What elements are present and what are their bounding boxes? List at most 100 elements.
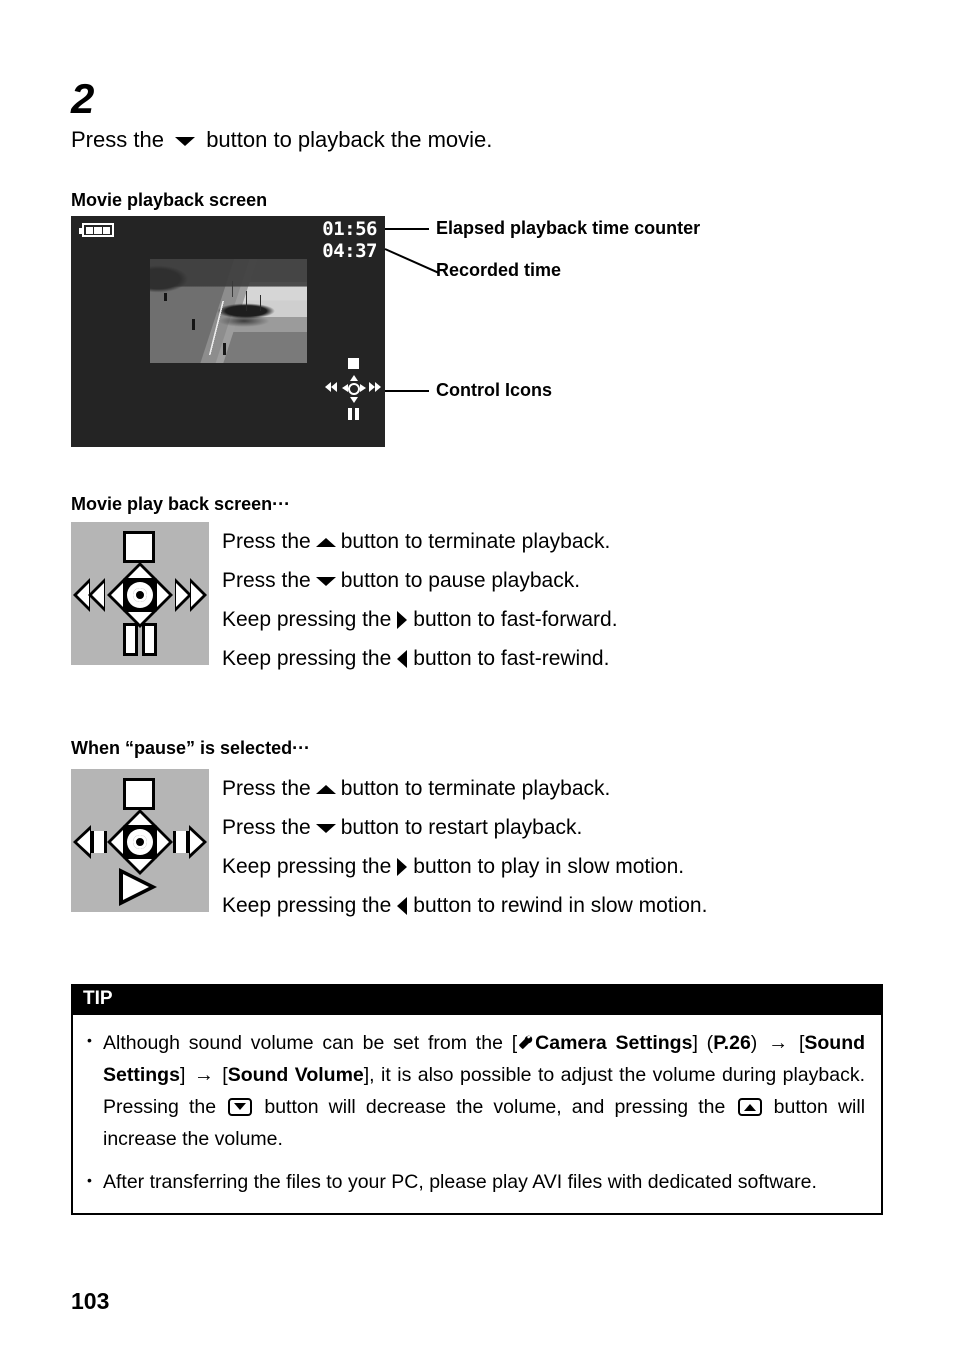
up-arrow-icon [123, 562, 157, 579]
instruction-text: button to terminate playback. [340, 530, 611, 553]
tip-text-fragment: ] ( [692, 1031, 714, 1054]
left-arrow-icon [107, 825, 124, 859]
pause-control-diagram [71, 769, 209, 912]
right-arrow-icon [156, 578, 173, 612]
instruction-text: Press the [222, 530, 311, 553]
tip-text-fragment: button will decrease the volume, and pre… [264, 1096, 726, 1119]
bullet-icon: • [87, 1172, 92, 1189]
page-number: 103 [71, 1288, 110, 1314]
pause-instruction-line: Keep pressing the button to rewind in slo… [222, 895, 707, 916]
lcd-control-icons [325, 358, 381, 420]
dpad-icon [107, 562, 173, 628]
callout-control-icons: Control Icons [436, 380, 552, 400]
up-arrow-icon [123, 809, 157, 826]
mast-detail [246, 291, 247, 311]
tip-text-fragment: Although sound volume can be set from th… [103, 1031, 518, 1054]
right-triangle-icon [397, 858, 408, 877]
instruction-text: button to rewind in slow motion. [413, 894, 708, 917]
elapsed-time-value: 01:56 [322, 218, 377, 240]
instruction-text: button to terminate playback. [340, 777, 611, 800]
bullet-icon: • [87, 1031, 92, 1048]
dpad-icon [107, 809, 173, 875]
playback-control-diagram [71, 522, 209, 665]
instruction-text: button to fast-rewind. [413, 647, 610, 670]
tip-item: • After transferring the files to your P… [87, 1167, 865, 1199]
stop-square-icon [348, 358, 359, 369]
person-detail [164, 293, 167, 301]
playback-instruction-line: Keep pressing the button to fast-forward. [222, 609, 618, 630]
menu-label-sound-volume: Sound Volume [227, 1064, 364, 1087]
instruction-text: button to play in slow motion. [413, 855, 685, 878]
movie-playback-screen-heading: Movie playback screen [71, 190, 268, 210]
instruction-text: Keep pressing the [222, 608, 392, 631]
arrow-right-glyph: → [768, 1031, 789, 1054]
instruction-text: Press the [222, 777, 311, 800]
center-button-icon [124, 579, 156, 611]
playback-instruction-line: Keep pressing the button to fast-rewind. [222, 648, 609, 669]
pause-bars-icon [123, 623, 157, 656]
tip-text-fragment: ) [750, 1031, 758, 1054]
recorded-time-value: 04:37 [322, 239, 377, 262]
dpad-icon [342, 374, 366, 404]
tip-header: TIP [73, 986, 881, 1015]
playback-instruction-line: Press the button to pause playback. [222, 570, 580, 591]
page-reference: P.26 [713, 1031, 751, 1054]
menu-label-camera-settings: Camera Settings [535, 1031, 693, 1054]
callout-leader-line [385, 390, 429, 392]
lcd-screen: 01:56 04:37 [71, 216, 385, 447]
stop-square-icon [123, 531, 155, 563]
right-triangle-icon [397, 611, 408, 630]
pause-bars-icon [348, 408, 359, 420]
slow-forward-icon [171, 825, 207, 859]
instruction-text: Press the [222, 816, 311, 839]
pause-instruction-line: Press the button to terminate playback. [222, 778, 610, 799]
tip-text-fragment: ] [179, 1064, 186, 1087]
callout-leader-line [385, 228, 429, 230]
harbor-photo-thumbnail [150, 259, 307, 363]
slow-rewind-icon [73, 825, 109, 859]
mast-detail [260, 295, 261, 311]
instruction-text: button to restart playback. [340, 816, 583, 839]
callout-recorded-time: Recorded time [436, 260, 562, 280]
movie-play-back-screen-heading: Movie play back screen··· [71, 494, 291, 514]
instruction-text: Keep pressing the [222, 855, 392, 878]
fast-forward-icon [367, 380, 381, 394]
tip-box: TIP • Although sound volume can be set f… [71, 984, 883, 1215]
center-button-icon [124, 826, 156, 858]
down-triangle-icon [315, 576, 336, 586]
left-triangle-icon [397, 897, 408, 916]
crane-detail [232, 281, 233, 297]
person-detail [223, 343, 226, 355]
step-instruction: Press the button to playback the movie. [71, 126, 492, 155]
arrow-right-glyph: → [193, 1064, 214, 1087]
stop-square-icon [123, 778, 155, 810]
pause-instruction-line: Press the button to restart playback. [222, 817, 582, 838]
fast-rewind-icon [325, 380, 339, 394]
instruction-text: button to pause playback. [340, 569, 581, 592]
tip-item-text: Although sound volume can be set from th… [103, 1027, 865, 1155]
play-triangle-icon [119, 868, 157, 906]
step-text-after: button to playback the movie. [206, 127, 493, 152]
down-arrow-icon [350, 397, 358, 403]
instruction-text: Keep pressing the [222, 647, 392, 670]
tip-body: • Although sound volume can be set from … [73, 1015, 881, 1213]
center-circle-icon [348, 383, 360, 395]
double-right-chevron-icon [173, 578, 207, 612]
playback-instruction-line: Press the button to terminate playback. [222, 531, 610, 552]
double-left-chevron-icon [73, 578, 107, 612]
left-arrow-icon [107, 578, 124, 612]
callout-elapsed-playback-time: Elapsed playback time counter [436, 218, 701, 238]
right-arrow-icon [360, 384, 366, 392]
volume-up-key-icon [737, 1098, 762, 1117]
tip-item: • Although sound volume can be set from … [87, 1027, 865, 1155]
callout-leader-line-diagonal [384, 248, 439, 274]
left-triangle-icon [397, 650, 408, 669]
pause-instruction-line: Keep pressing the button to play in slow … [222, 856, 684, 877]
instruction-text: button to fast-forward. [413, 608, 618, 631]
up-triangle-icon [315, 537, 336, 547]
volume-down-key-icon [228, 1098, 253, 1117]
down-triangle-icon [175, 136, 196, 146]
lcd-time-readout: 01:56 04:37 [322, 218, 377, 263]
person-detail [192, 319, 195, 330]
wrench-icon [517, 1030, 534, 1049]
